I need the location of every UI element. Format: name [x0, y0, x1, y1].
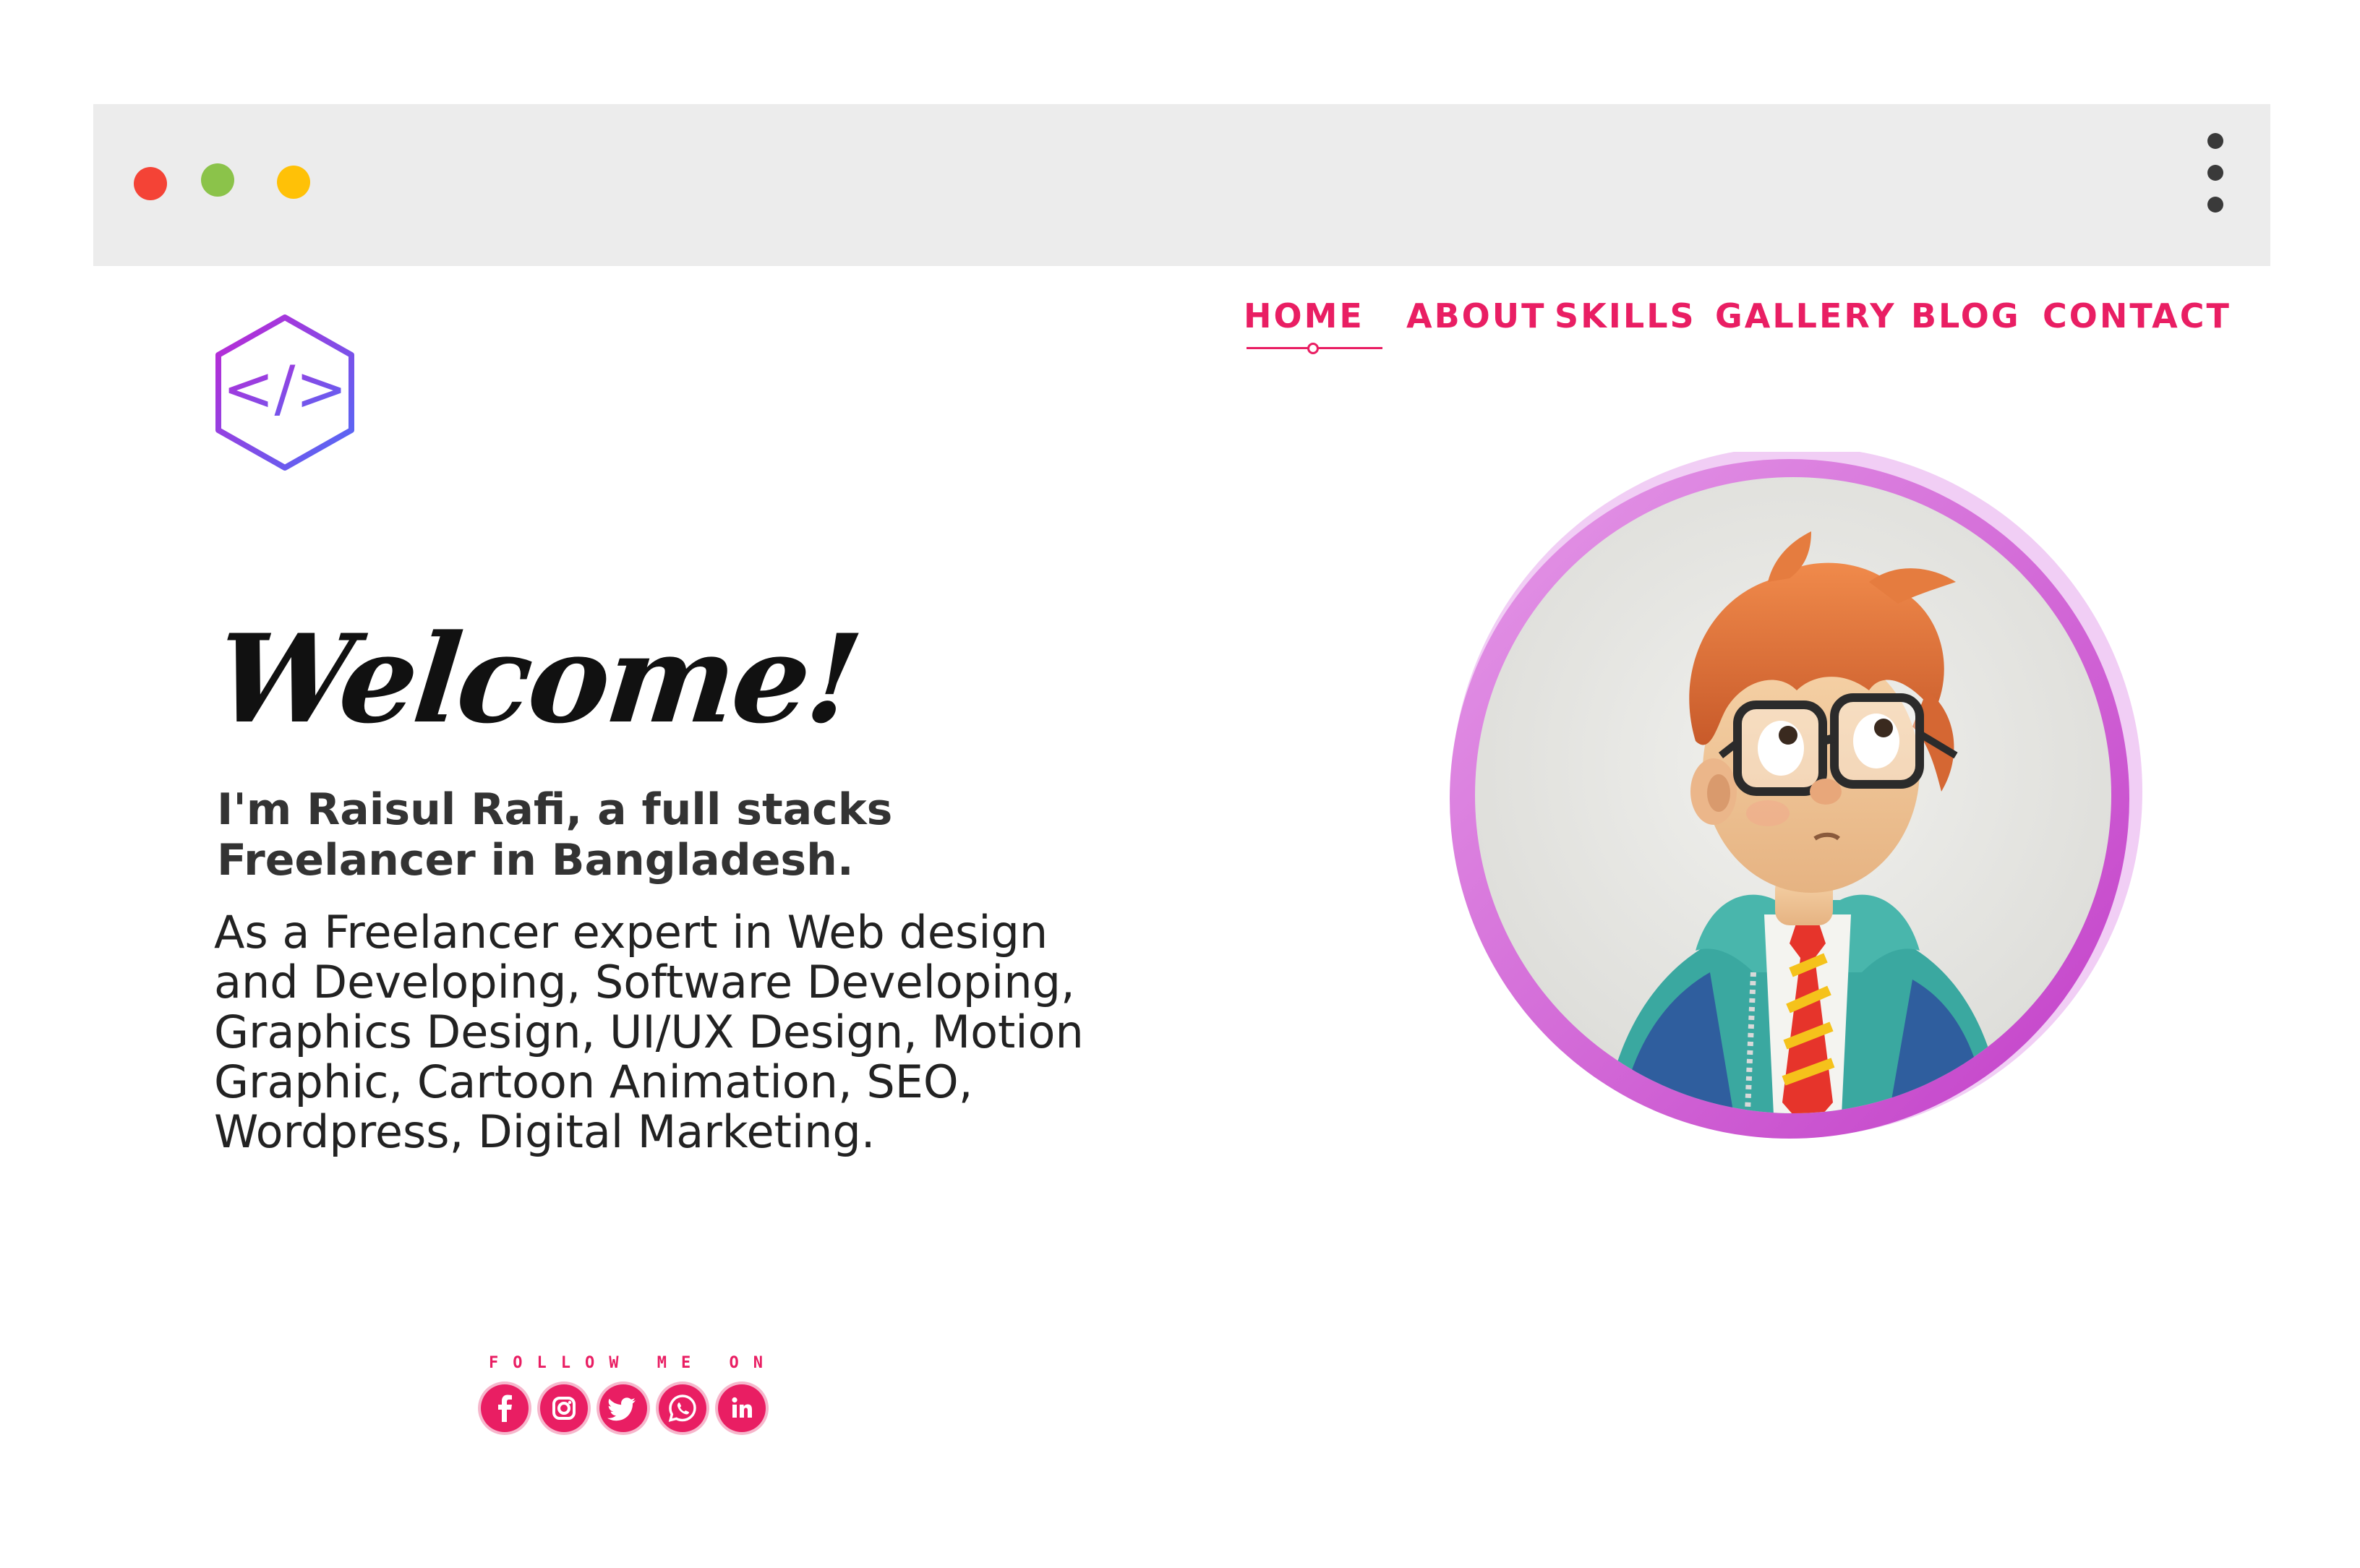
nav-item-label: SKILLS: [1555, 296, 1696, 335]
instagram-icon[interactable]: [540, 1384, 588, 1432]
follow-label: FOLLOW ME ON: [489, 1354, 777, 1372]
nav-item-blog[interactable]: BLOG: [1911, 296, 2021, 335]
linkedin-icon[interactable]: [718, 1384, 766, 1432]
nav-item-label: ABOUT: [1406, 296, 1547, 335]
active-underline-dot: [1307, 343, 1319, 354]
description-line: As a Freelancer expert in Web design: [214, 906, 1048, 959]
facebook-icon[interactable]: [481, 1384, 529, 1432]
nav-item-label: GALLERY: [1715, 296, 1897, 335]
minimize-window-dot[interactable]: [201, 163, 234, 197]
nav-item-label: BLOG: [1911, 296, 2021, 335]
nav-item-gallery[interactable]: GALLERY: [1715, 296, 1897, 335]
kebab-menu-icon[interactable]: [2193, 133, 2236, 234]
site-logo[interactable]: </>: [214, 313, 356, 472]
nav-item-label: HOME: [1244, 296, 1364, 335]
profile-avatar: [1435, 446, 2151, 1142]
intro-line: I'm Raisul Rafi, a full stacks: [217, 784, 893, 835]
description-text: As a Freelancer expert in Web design and…: [214, 907, 1154, 1157]
welcome-heading: Welcome!: [209, 607, 865, 750]
browser-toolbar: [93, 104, 2270, 266]
intro-line: Freelancer in Bangladesh.: [217, 835, 854, 886]
page: </> HOME ABOUT SKILLS GALLERY BLOG CONTA…: [0, 0, 2360, 1568]
cartoon-character-illustration: [1450, 446, 2142, 1139]
code-hexagon-icon: </>: [215, 314, 354, 471]
logo-text: </>: [222, 353, 347, 425]
maximize-window-dot[interactable]: [277, 166, 310, 199]
nav-item-about[interactable]: ABOUT: [1406, 296, 1547, 335]
nav-item-contact[interactable]: CONTACT: [2043, 296, 2231, 335]
description-line: Graphics Design, UI/UX Design, Motion: [214, 1006, 1084, 1058]
nav-item-skills[interactable]: SKILLS: [1555, 296, 1696, 335]
whatsapp-icon[interactable]: [659, 1384, 706, 1432]
intro-text: I'm Raisul Rafi, a full stacks Freelance…: [217, 784, 940, 886]
close-window-dot[interactable]: [134, 167, 167, 200]
nav-item-label: CONTACT: [2043, 296, 2231, 335]
description-line: Graphic, Cartoon Animation, SEO,: [214, 1055, 973, 1108]
nav-item-home[interactable]: HOME: [1244, 296, 1382, 354]
description-line: Wordpress, Digital Marketing.: [214, 1105, 876, 1158]
description-line: and Developing, Software Developing,: [214, 956, 1075, 1008]
twitter-icon[interactable]: [599, 1384, 647, 1432]
